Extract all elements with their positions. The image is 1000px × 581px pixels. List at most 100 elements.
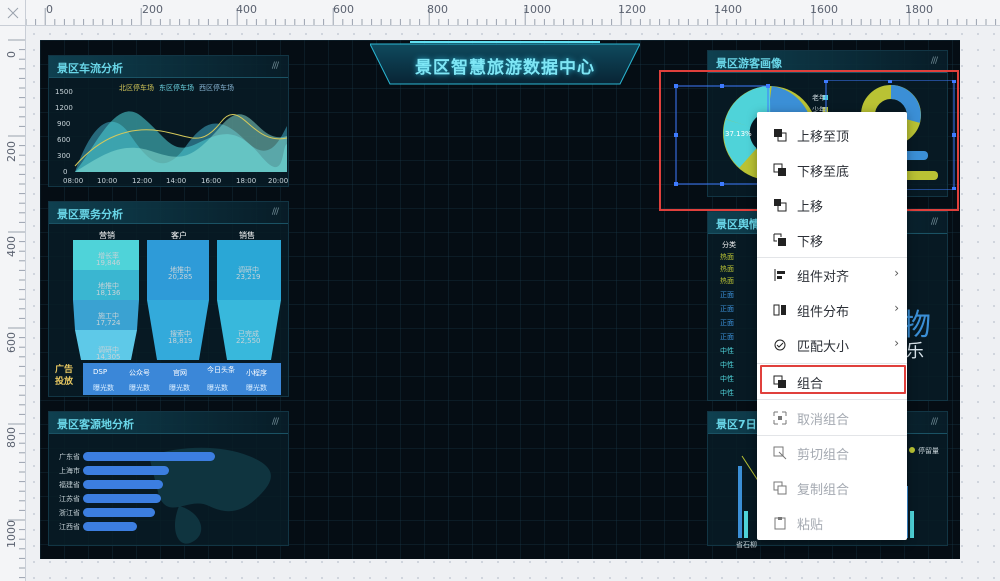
- table-cell: 正面: [720, 319, 734, 327]
- panel-slash-icon: ///: [271, 417, 279, 427]
- highlight-group-item: [760, 365, 906, 394]
- ruler-top-label: 1600: [810, 3, 838, 16]
- region-label: 江西省: [59, 523, 80, 531]
- funnel-value: 14,305: [96, 353, 121, 361]
- ruler-vertical[interactable]: 0 200 400 600 800 1000: [0, 26, 26, 581]
- region-bar: [83, 522, 137, 531]
- cut-icon: [773, 446, 787, 460]
- panel-title: 景区票务分析: [57, 208, 123, 221]
- ruler-left-label: 0: [5, 51, 18, 58]
- ad-metric: 曝光数: [169, 384, 190, 392]
- ruler-left-label: 1000: [5, 520, 18, 548]
- ad-channel: 小程序: [246, 369, 267, 377]
- legend-swatch: [909, 447, 915, 453]
- funnel-value: 19,846: [96, 259, 121, 267]
- panel-slash-icon: ///: [271, 61, 279, 71]
- submenu-arrow-icon: ›: [894, 301, 899, 315]
- funnel-value: 23,219: [236, 273, 261, 281]
- panel-slash-icon: ///: [930, 56, 938, 66]
- menu-item-cut-group[interactable]: 剪切组合: [757, 435, 907, 470]
- region-bar: [83, 494, 161, 503]
- menu-item-move-up[interactable]: 上移: [757, 187, 907, 222]
- region-label: 江苏省: [59, 495, 80, 503]
- panel-title: 景区车流分析: [57, 62, 123, 75]
- menu-item-label: 组件分布: [797, 305, 850, 320]
- table-cell: 中性: [720, 389, 734, 397]
- ad-label: 广告投放: [55, 365, 74, 387]
- ungroup-icon: [773, 411, 787, 425]
- ad-channel: DSP: [93, 368, 108, 376]
- region-label: 浙江省: [59, 509, 80, 517]
- context-menu[interactable]: 上移至顶 下移至底 上移 下移 组件对齐 › 组件分布 › 匹配大小 › 组合 …: [757, 112, 907, 540]
- funnel-value: 18,136: [96, 289, 121, 297]
- menu-item-move-down[interactable]: 下移: [757, 222, 907, 257]
- ruler-top-label: 1000: [523, 3, 551, 16]
- panel-header: 景区车流分析 ///: [49, 56, 288, 78]
- y-tick: 300: [57, 152, 71, 160]
- panel-tickets[interactable]: 景区票务分析 /// 营销 客户 销售 增长率 19,846 地推中 18,13…: [48, 201, 289, 397]
- panel-title: 景区7日: [716, 418, 757, 431]
- x-tick: 12:00: [132, 177, 153, 185]
- funnel-value: 18,819: [168, 337, 193, 345]
- table-cell: 中性: [720, 347, 734, 355]
- menu-item-match-size[interactable]: 匹配大小 ›: [757, 327, 907, 362]
- ad-channel: 公众号: [129, 369, 150, 377]
- ad-metric: 曝光数: [207, 384, 228, 392]
- x-tick: 10:00: [97, 177, 118, 185]
- distribute-icon: [773, 304, 786, 316]
- funnel-value: 20,285: [168, 273, 193, 281]
- ruler-top-label: 0: [46, 3, 53, 16]
- submenu-arrow-icon: ›: [894, 266, 899, 280]
- paste-icon: [774, 517, 786, 530]
- ruler-top-label: 1800: [905, 3, 933, 16]
- menu-item-label: 上移: [797, 200, 824, 215]
- menu-item-distribute[interactable]: 组件分布 ›: [757, 292, 907, 327]
- table-cell: 正面: [720, 333, 734, 341]
- ad-metric: 曝光数: [246, 384, 267, 392]
- x-tick: 16:00: [201, 177, 222, 185]
- ruler-vertical-ticks: [8, 39, 25, 579]
- ad-channel: 今日头条: [207, 366, 235, 374]
- region-bar: [83, 452, 215, 461]
- menu-item-label: 匹配大小: [797, 340, 850, 355]
- menu-item-label: 组件对齐: [797, 270, 850, 285]
- y-tick: 0: [63, 168, 68, 176]
- panel-title: 景区客源地分析: [57, 418, 134, 431]
- menu-item-copy-group[interactable]: 复制组合: [757, 470, 907, 505]
- panel-slash-icon: ///: [930, 417, 938, 427]
- dashboard-title-banner[interactable]: 景区智慧旅游数据中心: [370, 40, 640, 88]
- region-label: 广东省: [59, 453, 80, 461]
- table-cell: 热面: [720, 277, 734, 285]
- table-cell: 热面: [720, 253, 734, 261]
- x-tick: 08:00: [63, 177, 84, 185]
- menu-item-label: 粘贴: [797, 518, 824, 533]
- ad-channel: 官网: [173, 369, 187, 377]
- align-icon: [774, 269, 785, 281]
- menu-item-send-to-back[interactable]: 下移至底: [757, 152, 907, 187]
- table-cell: 热面: [720, 265, 734, 273]
- ruler-left-label: 800: [5, 427, 18, 448]
- menu-item-align[interactable]: 组件对齐 ›: [757, 257, 907, 292]
- panel-traffic[interactable]: 景区车流分析 /// 北区停车场 东区停车场 西区停车场 1500 1200 9…: [48, 55, 289, 187]
- ruler-horizontal[interactable]: 0 200 400 600 800 1000 1200 1400 1600 18…: [26, 0, 1000, 26]
- bring-to-front-icon: [774, 129, 787, 142]
- region-bar: [83, 508, 155, 517]
- bar: [910, 511, 914, 538]
- ruler-left-label: 200: [5, 141, 18, 162]
- traffic-area-chart: [74, 111, 288, 172]
- menu-item-ungroup[interactable]: 取消组合: [757, 400, 907, 435]
- ruler-top-label: 600: [333, 3, 354, 16]
- ruler-top-label: 800: [427, 3, 448, 16]
- copy-icon: [773, 481, 787, 495]
- menu-item-label: 取消组合: [797, 413, 850, 428]
- menu-item-paste[interactable]: 粘贴: [757, 505, 907, 540]
- menu-item-label: 上移至顶: [797, 130, 850, 145]
- bar: [744, 511, 748, 538]
- move-up-icon: [774, 199, 787, 212]
- menu-item-bring-to-front[interactable]: 上移至顶: [757, 117, 907, 152]
- panel-origin[interactable]: 景区客源地分析 /// 广东省 上海市 福建省 江苏省 浙江省 江西省: [48, 411, 289, 546]
- ruler-corner: [0, 0, 26, 26]
- move-down-icon: [773, 233, 786, 246]
- ruler-corner-icon: [7, 7, 19, 19]
- panel-slash-icon: ///: [271, 207, 279, 217]
